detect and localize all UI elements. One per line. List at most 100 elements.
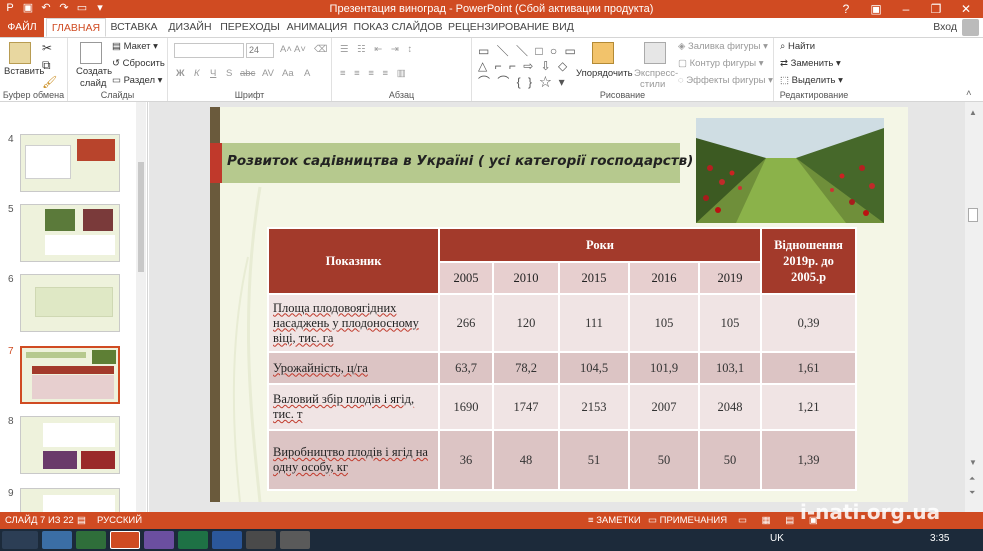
shape-effects-button[interactable]: ◌ Эффекты фигуры ▾ [678,75,773,86]
slide-title[interactable]: Розвиток садівництва в Україні ( усі кат… [227,153,693,169]
collapse-ribbon-icon[interactable]: ˄ [966,88,972,99]
new-slide-button[interactable]: Создать [76,66,112,77]
tab-design[interactable]: ДИЗАЙН [164,18,216,37]
chrome-taskbar-icon[interactable] [76,531,106,549]
keyboard-language[interactable]: UK [770,533,784,544]
notes-button[interactable]: ≡ ЗАМЕТКИ [588,515,641,526]
slide-thumbnail-9[interactable] [20,488,120,512]
table-cell: 48 [492,429,560,491]
minimize-button[interactable]: – [891,0,921,18]
section-button[interactable]: ▭ Раздел ▾ [112,75,162,86]
avatar[interactable] [962,19,979,36]
italic-button[interactable]: К [194,68,200,79]
tab-file[interactable]: ФАЙЛ [0,18,44,37]
reset-button[interactable]: ↺ Сбросить [112,58,165,69]
arrange-icon[interactable] [592,42,614,64]
case-button[interactable]: Aa [282,68,294,79]
prev-slide-icon[interactable]: ⏶ [969,474,975,484]
tab-home[interactable]: ГЛАВНАЯ [46,18,106,37]
spellcheck-icon[interactable]: ▤ [77,515,86,526]
find-button[interactable]: ⌕ Найти [780,41,815,52]
header-years: Роки [438,227,762,263]
start-button[interactable] [2,531,38,549]
shadow-button[interactable]: S [226,68,232,79]
close-button[interactable]: ✕ [951,0,981,18]
grow-font-icon[interactable]: A˄ A˅ [280,44,306,55]
next-slide-icon[interactable]: ⏷ [969,488,975,498]
shape-outline-button[interactable]: ▢ Контур фигуры ▾ [678,58,763,69]
table-cell: 120 [492,293,560,353]
app-taskbar-icon[interactable] [246,531,276,549]
clock[interactable]: 3:35 [930,533,949,544]
font-name-field[interactable] [174,43,244,58]
paste-button[interactable]: Вставить [4,66,44,77]
tab-slideshow[interactable]: ПОКАЗ СЛАЙДОВ [352,18,444,37]
comments-button[interactable]: ▭ ПРИМЕЧАНИЯ [648,515,727,526]
scroll-thumb[interactable] [968,208,978,222]
spacing-button[interactable]: AV [262,68,274,79]
table-row: Урожайність, ц/га 63,7 78,2 104,5 101,9 … [267,351,857,385]
sign-in-link[interactable]: Вход [933,21,957,33]
group-label-font: Шрифт [234,90,265,100]
layout-button[interactable]: ▤ Макет ▾ [112,41,158,52]
slide-thumbnail-4[interactable] [20,134,120,192]
quick-styles-button-line2[interactable]: стили [640,79,665,90]
tab-insert[interactable]: ВСТАВКА [106,18,162,37]
thumb-number: 5 [8,204,14,215]
font-size-field[interactable]: 24 [246,43,274,58]
group-label-clipboard: Буфер обмена [2,90,65,100]
language-indicator[interactable]: РУССКИЙ [97,515,142,526]
slide-thumbnail-7[interactable] [20,346,120,404]
app-taskbar-icon[interactable] [280,531,310,549]
explorer-taskbar-icon[interactable] [42,531,72,549]
scroll-up-icon[interactable]: ▲ [969,108,977,117]
slide-thumbnail-5[interactable] [20,204,120,262]
ribbon-display-icon[interactable]: ▣ [861,0,891,18]
ratio-cell: 1,61 [760,351,857,385]
align-icons[interactable]: ≡ ≡ ≡ ≡ ▥ [340,68,409,79]
taskbar: UK 3:35 [0,529,983,551]
tab-transitions[interactable]: ПЕРЕХОДЫ [220,18,280,37]
arrange-button[interactable]: Упорядочить [576,68,633,79]
tab-animation[interactable]: АНИМАЦИЯ [284,18,350,37]
row-label: Виробництво плодів і ягід на одну особу,… [267,429,440,491]
quick-styles-button[interactable]: Экспресс- [634,68,678,79]
underline-button[interactable]: Ч [210,68,216,79]
clear-format-icon[interactable]: ⌫ [314,44,327,55]
window-controls: ? ▣ – ❐ ✕ [831,0,981,18]
year-cell: 2019 [698,261,762,295]
cut-icon[interactable]: ✂ [42,41,52,55]
shape-fill-button[interactable]: ◈ Заливка фигуры ▾ [678,41,768,52]
copy-icon[interactable]: ⧉ [42,58,51,73]
thumbnail-scrollbar[interactable] [136,102,146,512]
font-color-button[interactable]: A [304,68,310,79]
slide-thumbnail-8[interactable] [20,416,120,474]
table-row: Валовий збір плодів і ягід, тис. т 1690 … [267,383,857,431]
excel-taskbar-icon[interactable] [178,531,208,549]
word-taskbar-icon[interactable] [212,531,242,549]
strike-button[interactable]: abc [240,68,255,79]
slide-thumbnail-6[interactable] [20,274,120,332]
shapes-gallery[interactable]: ▭ ＼ ＼ □ ○ ▭ △ ⌐ ⌐ ⇨ ⇩ ◇ ⌒ ⌒ { } ☆ ▾ [478,42,578,90]
select-button[interactable]: ⬚ Выделить ▾ [780,75,843,86]
ratio-cell: 1,39 [760,429,857,491]
quick-styles-icon[interactable] [644,42,666,64]
new-slide-button-line2[interactable]: слайд [80,78,106,89]
tab-review[interactable]: РЕЦЕНЗИРОВАНИЕ [448,18,549,37]
help-icon[interactable]: ? [831,0,861,18]
replace-button[interactable]: ⇄ Заменить ▾ [780,58,841,69]
data-table[interactable]: Показник Роки Відношення 2019р. до 2005.… [267,227,857,491]
format-painter-icon[interactable]: 🖌 [42,75,57,89]
tab-view[interactable]: ВИД [546,18,580,37]
scroll-down-icon[interactable]: ▼ [969,458,977,467]
new-slide-icon[interactable] [80,42,102,64]
orchard-photo[interactable] [696,118,884,223]
paste-icon[interactable] [9,42,31,64]
editor-scrollbar[interactable]: ▲ ▼ ⏶ ⏷ [965,102,983,512]
list-icons[interactable]: ☰ ☷ ⇤ ⇥ ↕ [340,44,415,55]
restore-button[interactable]: ❐ [921,0,951,18]
bold-button[interactable]: Ж [176,68,185,79]
viber-taskbar-icon[interactable] [144,531,174,549]
powerpoint-taskbar-icon[interactable] [110,531,140,549]
table-cell: 1690 [438,383,494,431]
